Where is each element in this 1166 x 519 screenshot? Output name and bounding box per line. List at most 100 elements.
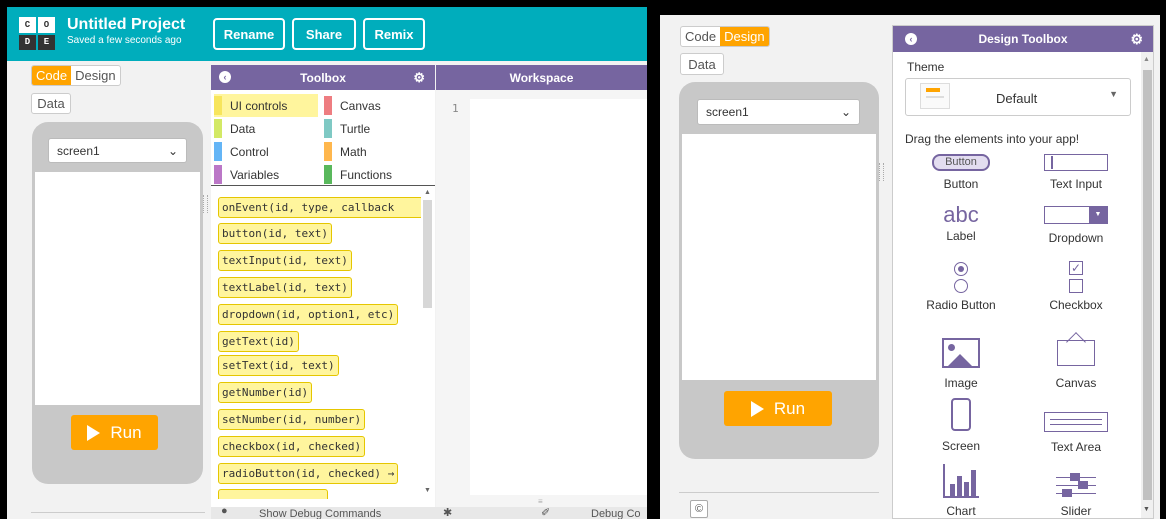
code-block[interactable]: checkbox(id, checked)	[218, 436, 366, 457]
dropdown-tool[interactable]: ▼ Dropdown	[1017, 206, 1135, 245]
image-tool[interactable]: Image	[902, 338, 1020, 390]
code-block[interactable]: radioButton(id, checked) →	[218, 463, 399, 484]
category-label: Functions	[340, 167, 393, 182]
debug-bar: ● Show Debug Commands ✱ ✐ Debug Co	[211, 507, 647, 519]
chart-icon	[943, 464, 979, 498]
category-swatch	[214, 165, 222, 184]
code-block[interactable]: setText(id, text)	[218, 355, 339, 376]
copyright-icon[interactable]: ©	[690, 500, 708, 518]
code-tab[interactable]: Code	[681, 27, 720, 46]
app-preview-frame: screen1 ⌄ Run	[679, 82, 879, 459]
app-screen[interactable]	[35, 172, 200, 405]
clear-icon[interactable]: ✐	[541, 507, 550, 519]
category-control[interactable]: Control	[214, 140, 269, 163]
category-data[interactable]: Data	[214, 117, 255, 140]
scroll-down-icon[interactable]: ▼	[1143, 506, 1150, 513]
scroll-up-icon[interactable]: ▲	[1143, 56, 1150, 63]
line-number: 1	[452, 102, 459, 115]
gear-icon[interactable]: ⚙	[413, 70, 425, 86]
app-preview-frame: screen1 ⌄ Run	[32, 122, 203, 484]
resize-handle[interactable]	[879, 163, 884, 181]
code-editor[interactable]	[470, 99, 647, 495]
play-icon	[750, 400, 764, 417]
tool-label: Dropdown	[1048, 231, 1104, 245]
app-screen[interactable]	[682, 134, 876, 380]
dropdown-arrow-icon: ▼	[1089, 207, 1107, 223]
screen-select-value: screen1	[706, 105, 749, 119]
code-block[interactable]	[218, 489, 328, 499]
radio-checked	[954, 262, 968, 276]
run-button[interactable]: Run	[724, 391, 832, 426]
code-block[interactable]: textLabel(id, text)	[218, 277, 352, 298]
run-button[interactable]: Run	[71, 415, 158, 450]
code-block[interactable]: onEvent(id, type, callback	[218, 197, 421, 218]
logo-letter: O	[38, 17, 55, 33]
screen-select[interactable]: screen1 ⌄	[48, 138, 187, 163]
scroll-up-icon[interactable]: ▲	[424, 189, 431, 196]
image-icon	[942, 338, 980, 368]
scrollbar-thumb[interactable]	[1143, 70, 1152, 500]
label-tool[interactable]: abc Label	[902, 204, 1020, 244]
category-ui-controls[interactable]: UI controls	[214, 94, 287, 117]
project-title[interactable]: Untitled Project	[67, 16, 185, 34]
design-mode-screenshot: Code Design Data screen1 ⌄ Run © ‹ Desig…	[660, 15, 1160, 519]
resize-handle[interactable]	[203, 195, 208, 213]
theme-select[interactable]: Default ▼	[905, 78, 1131, 116]
logo-letter: C	[19, 17, 36, 33]
category-canvas[interactable]: Canvas	[324, 94, 381, 117]
code-org-logo[interactable]: C O D E	[19, 17, 55, 50]
design-tab[interactable]: Design	[720, 27, 769, 46]
checkbox-tool[interactable]: ✓ Checkbox	[1017, 260, 1135, 312]
code-block[interactable]: dropdown(id, option1, etc)	[218, 304, 399, 325]
radio-button-tool[interactable]: Radio Button	[902, 260, 1020, 312]
screen-select[interactable]: screen1 ⌄	[697, 99, 860, 125]
tool-label: Text Area	[1050, 440, 1102, 454]
category-functions[interactable]: Functions	[324, 163, 392, 186]
code-block[interactable]: button(id, text)	[218, 223, 332, 244]
scrollbar-thumb[interactable]	[423, 200, 432, 308]
code-block[interactable]: textInput(id, text)	[218, 250, 352, 271]
debug-console-label: Debug Co	[591, 508, 641, 519]
chart-tool[interactable]: Chart	[902, 464, 1020, 518]
data-button[interactable]: Data	[680, 53, 724, 75]
resize-grip-icon[interactable]: ≡	[538, 497, 543, 506]
debug-toggle-icon[interactable]: ●	[221, 507, 228, 517]
screen-tool[interactable]: Screen	[902, 398, 1020, 453]
app-header: C O D E Untitled Project Saved a few sec…	[7, 7, 647, 61]
collapse-icon[interactable]: ‹	[219, 71, 231, 83]
text-line	[1050, 424, 1102, 425]
canvas-tool[interactable]: Canvas	[1017, 332, 1135, 390]
category-turtle[interactable]: Turtle	[324, 117, 370, 140]
slider-knob	[1062, 489, 1072, 497]
theme-value: Default	[996, 91, 1038, 106]
code-block[interactable]: setNumber(id, number)	[218, 409, 366, 430]
category-math[interactable]: Math	[324, 140, 367, 163]
category-variables[interactable]: Variables	[214, 163, 279, 186]
code-tab[interactable]: Code	[32, 66, 72, 85]
code-mode-screenshot: C O D E Untitled Project Saved a few sec…	[7, 7, 647, 519]
text-input-tool[interactable]: Text Input	[1017, 154, 1135, 191]
data-button[interactable]: Data	[31, 93, 71, 114]
category-label: Math	[340, 144, 367, 159]
show-debug-commands[interactable]: Show Debug Commands	[259, 508, 381, 519]
chart-bar	[957, 476, 962, 496]
code-block[interactable]: getNumber(id)	[218, 382, 313, 403]
slider-tool[interactable]: Slider	[1017, 472, 1135, 518]
tool-label: Slider	[1060, 504, 1092, 518]
design-toolbox-header: ‹ Design Toolbox ⚙	[893, 26, 1153, 52]
remix-button[interactable]: Remix	[363, 18, 425, 50]
gear-icon[interactable]: ⚙	[1130, 31, 1143, 48]
category-label: UI controls	[230, 98, 288, 113]
rename-button[interactable]: Rename	[213, 18, 285, 50]
chevron-down-icon: ⌄	[167, 143, 178, 158]
theme-preview-line	[926, 96, 944, 98]
category-swatch	[214, 119, 222, 138]
scroll-down-icon[interactable]: ▼	[424, 487, 431, 494]
design-tab[interactable]: Design	[71, 66, 119, 85]
text-area-tool[interactable]: Text Area	[1017, 412, 1135, 454]
share-button[interactable]: Share	[292, 18, 356, 50]
collapse-icon[interactable]: ‹	[905, 33, 917, 45]
button-tool[interactable]: Button Button	[902, 154, 1020, 191]
code-block[interactable]: getText(id)	[218, 331, 299, 352]
button-icon: Button	[932, 154, 990, 171]
